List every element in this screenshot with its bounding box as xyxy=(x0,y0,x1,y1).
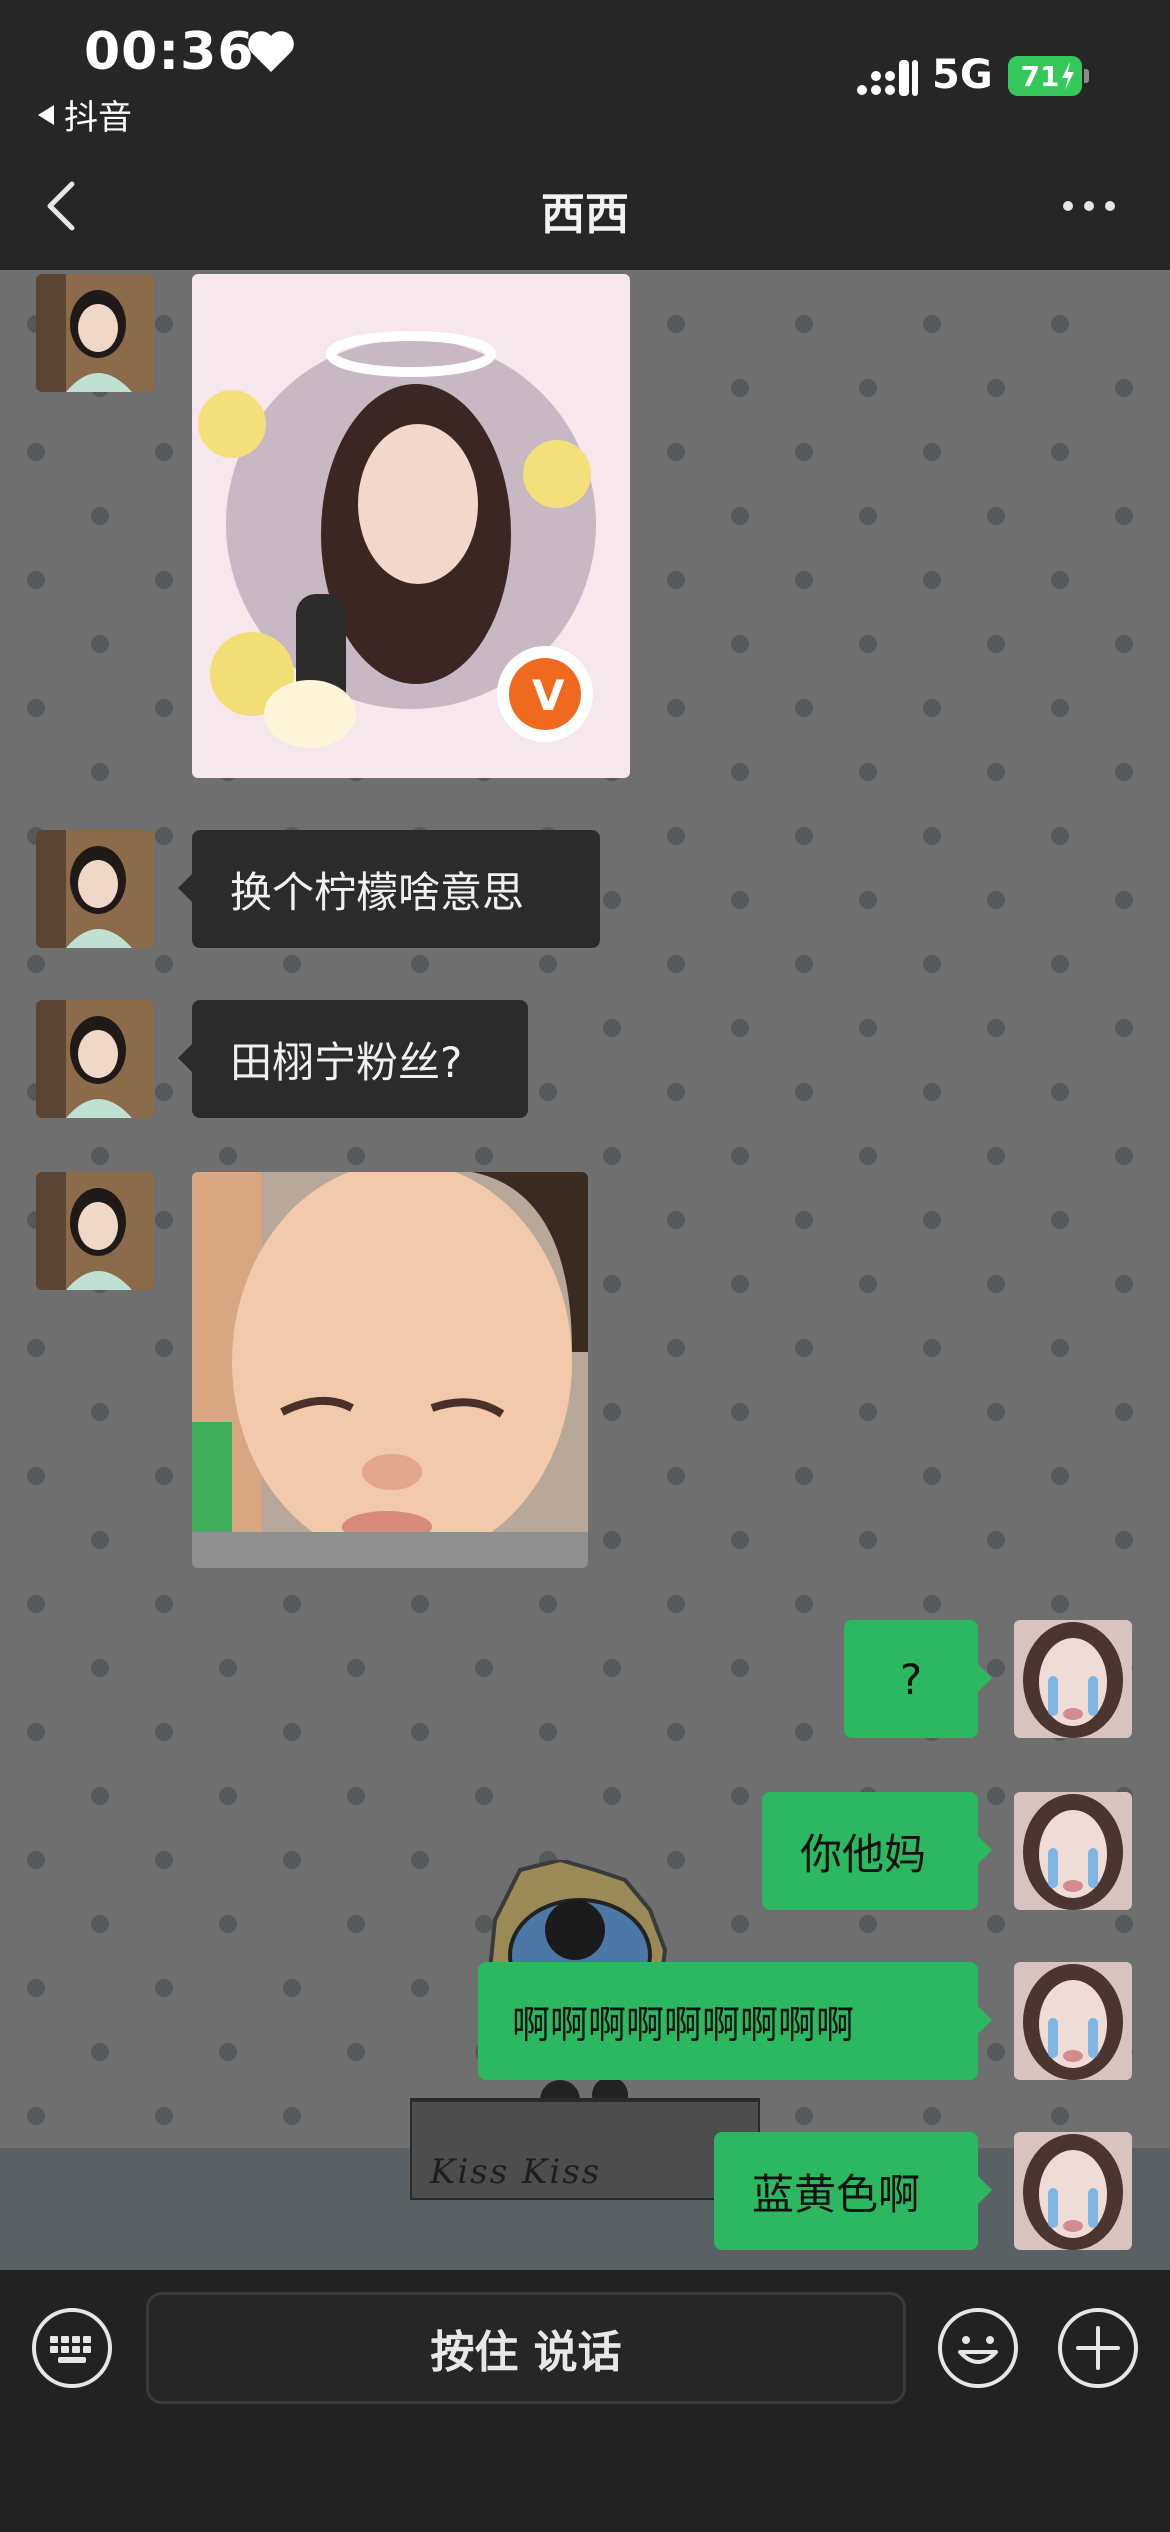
chat-title: 西西 xyxy=(541,189,629,240)
image-message[interactable]: V xyxy=(192,274,630,778)
my-avatar[interactable] xyxy=(1014,1962,1132,2080)
status-time: 00:36 xyxy=(84,22,255,82)
message-text: 啊啊啊啊啊啊啊啊啊 xyxy=(512,2002,855,2047)
battery-level: 71 xyxy=(1020,59,1060,93)
network-type: 5G xyxy=(932,52,993,98)
message-text: 你他妈 xyxy=(800,1829,927,1879)
message-text: 田栩宁粉丝? xyxy=(230,1037,463,1087)
incoming-message[interactable]: 换个柠檬啥意思 xyxy=(178,830,600,948)
contact-avatar[interactable] xyxy=(36,830,154,948)
my-avatar[interactable] xyxy=(1014,2132,1132,2250)
contact-avatar[interactable] xyxy=(36,1000,154,1118)
battery-icon: 71 xyxy=(1008,56,1089,96)
message-text: 蓝黄色啊 xyxy=(752,2169,921,2219)
outgoing-message[interactable]: 你他妈 xyxy=(762,1792,992,1910)
image-message[interactable] xyxy=(192,1172,588,1568)
hold-to-talk-button[interactable]: 按住 说话 xyxy=(146,2292,906,2404)
my-avatar[interactable] xyxy=(1014,1620,1132,1738)
outgoing-message[interactable]: 蓝黄色啊 xyxy=(714,2132,992,2250)
message-text: ? xyxy=(899,1654,923,1704)
back-app-label: 抖音 xyxy=(64,98,132,138)
more-icon[interactable] xyxy=(1062,200,1116,212)
emoji-icon[interactable] xyxy=(936,2306,1020,2390)
my-avatar[interactable] xyxy=(1014,1792,1132,1910)
kiss-sticker-label: Kiss Kiss xyxy=(430,2152,602,2192)
signal-icon xyxy=(857,60,918,96)
back-to-app[interactable]: 抖音 xyxy=(38,90,132,139)
outgoing-message[interactable]: ? xyxy=(844,1620,992,1738)
input-bar: 按住 说话 xyxy=(0,2270,1170,2532)
charging-bolt-icon xyxy=(1062,62,1074,90)
outgoing-message[interactable]: 啊啊啊啊啊啊啊啊啊 xyxy=(478,1962,992,2080)
message-text: 换个柠檬啥意思 xyxy=(230,867,525,917)
contact-avatar[interactable] xyxy=(36,274,154,392)
incoming-message[interactable]: 田栩宁粉丝? xyxy=(178,1000,528,1118)
contact-avatar[interactable] xyxy=(36,1172,154,1290)
plus-icon[interactable] xyxy=(1056,2306,1140,2390)
keyboard-icon[interactable] xyxy=(30,2306,114,2390)
heart-icon xyxy=(248,31,294,72)
top-bar: 00:36 抖音 5G 71 西西 xyxy=(0,0,1170,270)
back-triangle-icon xyxy=(38,104,54,125)
svg-text:V: V xyxy=(532,671,565,720)
